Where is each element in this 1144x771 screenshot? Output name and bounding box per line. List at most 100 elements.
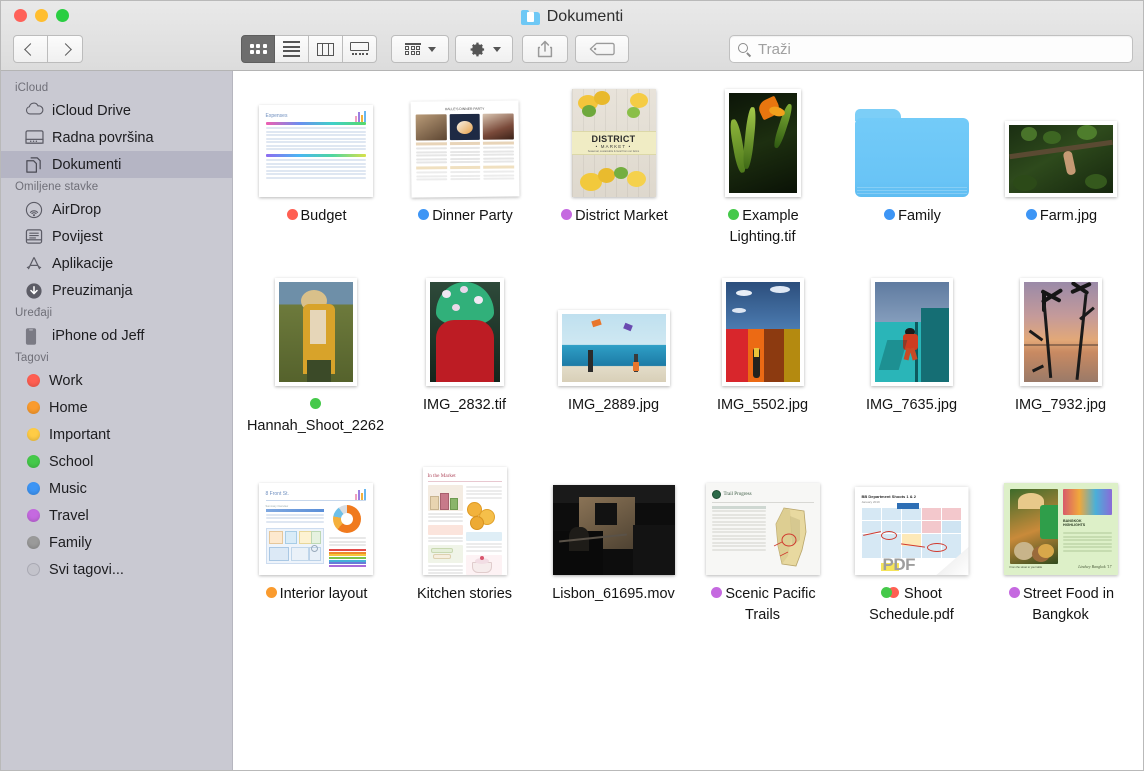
sidebar-section-icloud: iCloud (1, 79, 232, 97)
file-name: Kitchen stories (417, 586, 512, 602)
sidebar: iCloud iCloud Drive Radna pov (1, 71, 233, 770)
share-control (522, 35, 568, 63)
file-item[interactable]: DISTRICT • MARKET • Seasonal, sustainabl… (539, 85, 688, 248)
sidebar-item-applications[interactable]: Aplikacije (1, 250, 232, 277)
sidebar-item-label: iPhone od Jeff (52, 328, 144, 344)
search-placeholder: Traži (758, 41, 791, 58)
file-item[interactable]: Lisbon_61695.mov (539, 463, 688, 626)
column-view-button[interactable] (309, 35, 343, 63)
folder-icon (521, 10, 540, 25)
tag-dot-icon (27, 428, 40, 441)
thumbnail (986, 89, 1135, 197)
tag-dot-icon (1009, 587, 1020, 598)
file-item[interactable]: IMG_7635.jpg (837, 274, 986, 437)
chevron-down-icon (493, 47, 501, 52)
file-name: IMG_2889.jpg (568, 397, 659, 413)
file-item[interactable]: In the Market (390, 463, 539, 626)
sidebar-item-all-tags[interactable]: Svi tagovi... (1, 556, 232, 583)
sidebar-item-label: Home (49, 400, 88, 416)
file-label: Budget (285, 206, 347, 227)
list-view-button[interactable] (275, 35, 309, 63)
tag-button[interactable] (575, 35, 629, 63)
file-name: IMG_5502.jpg (717, 397, 808, 413)
gallery-view-button[interactable] (343, 35, 377, 63)
file-label: IMG_7635.jpg (866, 395, 957, 416)
action-control (455, 35, 513, 63)
tag-dot-icon (27, 401, 40, 414)
file-item[interactable]: Example Lighting.tif (688, 85, 837, 248)
sidebar-item-tag-travel[interactable]: Travel (1, 502, 232, 529)
tag-dot-icon (266, 587, 277, 598)
sidebar-item-icloud-drive[interactable]: iCloud Drive (1, 97, 232, 124)
file-name: Example Lighting.tif (729, 208, 798, 245)
file-label: Example Lighting.tif (692, 206, 834, 248)
sidebar-item-desktop[interactable]: Radna površina (1, 124, 232, 151)
file-item[interactable]: IMG_2889.jpg (539, 274, 688, 437)
file-item[interactable]: Trail Progress (688, 463, 837, 626)
recents-icon (25, 228, 43, 246)
thumbnail: Expenses (241, 89, 390, 197)
thumbnail: BB Department Shoots 1 & 2 January 2019 (837, 467, 986, 575)
search-field[interactable]: Traži (729, 35, 1133, 63)
sidebar-item-iphone[interactable]: iPhone od Jeff (1, 322, 232, 349)
tag-dot-icon (27, 374, 40, 387)
file-browser-area[interactable]: Expenses (233, 71, 1143, 770)
file-item[interactable]: BB Department Shoots 1 & 2 January 2019 (837, 463, 986, 626)
file-item[interactable]: Hannah_Shoot_2262 (241, 274, 390, 437)
sidebar-item-documents[interactable]: Dokumenti (1, 151, 232, 178)
share-button[interactable] (522, 35, 568, 63)
thumbnail (539, 278, 688, 386)
file-item[interactable]: From the street to your table BANGKOKHIG… (986, 463, 1135, 626)
chevron-left-icon (24, 43, 37, 56)
list-icon (283, 41, 300, 57)
tag-dot-icon (27, 509, 40, 522)
file-item[interactable]: Expenses (241, 85, 390, 248)
tag-dot-icon (27, 536, 40, 549)
thumbnail (241, 278, 390, 386)
file-item[interactable]: Farm.jpg (986, 85, 1135, 248)
thumbnail: DISTRICT • MARKET • Seasonal, sustainabl… (539, 89, 688, 197)
sidebar-item-tag-school[interactable]: School (1, 448, 232, 475)
file-item[interactable]: IMG_7932.jpg (986, 274, 1135, 437)
file-name: Interior layout (280, 586, 368, 602)
icon-view-button[interactable] (241, 35, 275, 63)
file-item[interactable]: 8 Front St. Summary Overview (241, 463, 390, 626)
sidebar-item-recents[interactable]: Povijest (1, 223, 232, 250)
file-name: Dinner Party (432, 208, 513, 224)
back-button[interactable] (13, 35, 48, 63)
sidebar-item-label: Work (49, 373, 83, 389)
thumbnail: Trail Progress (688, 467, 837, 575)
thumbnail: In the Market (390, 467, 539, 575)
tag-dot-icon (561, 209, 572, 220)
file-item[interactable]: Family (837, 85, 986, 248)
sidebar-item-tag-home[interactable]: Home (1, 394, 232, 421)
arrange-button[interactable] (391, 35, 449, 63)
tag-dot-icon (884, 209, 895, 220)
thumbnail (837, 89, 986, 197)
sidebar-item-label: Music (49, 481, 87, 497)
forward-button[interactable] (48, 35, 83, 63)
file-item[interactable]: IMG_5502.jpg (688, 274, 837, 437)
arrange-control (391, 35, 449, 63)
file-item[interactable]: HALLE'S DINNER PARTY (390, 85, 539, 248)
sidebar-item-tag-important[interactable]: Important (1, 421, 232, 448)
file-name: IMG_2832.tif (423, 397, 506, 413)
sidebar-item-airdrop[interactable]: AirDrop (1, 196, 232, 223)
tag-dot-icon (418, 209, 429, 220)
thumbnail (688, 278, 837, 386)
tags-control (575, 35, 629, 63)
sidebar-item-label: Preuzimanja (52, 283, 133, 299)
desktop-icon (25, 129, 43, 147)
sidebar-item-downloads[interactable]: Preuzimanja (1, 277, 232, 304)
sidebar-section-tags: Tagovi (1, 349, 232, 367)
sidebar-item-tag-family[interactable]: Family (1, 529, 232, 556)
sidebar-item-tag-music[interactable]: Music (1, 475, 232, 502)
tag-dot-icon (1026, 209, 1037, 220)
file-name: IMG_7932.jpg (1015, 397, 1106, 413)
file-name: Street Food in Bangkok (1023, 586, 1114, 623)
file-item[interactable]: IMG_2832.tif (390, 274, 539, 437)
file-label: IMG_2889.jpg (568, 395, 659, 416)
file-name: Hannah_Shoot_2262 (247, 418, 384, 434)
action-button[interactable] (455, 35, 513, 63)
sidebar-item-tag-work[interactable]: Work (1, 367, 232, 394)
